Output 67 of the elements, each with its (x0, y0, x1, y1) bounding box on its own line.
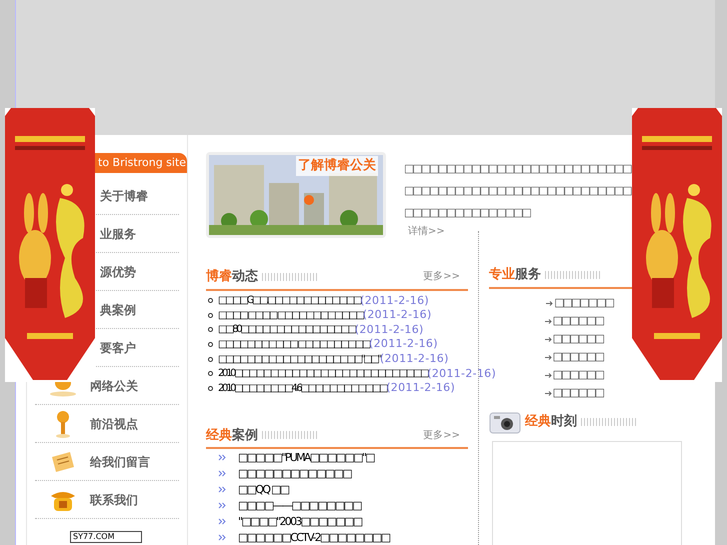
case-link[interactable]: □□□□□□CCTV-2□□□□□□□□ (238, 530, 390, 544)
news-link[interactable]: 2010□□□□□□□□□□□□□□□□□□□□□□□□□□□ (218, 366, 428, 382)
double-chevron-icon (218, 454, 226, 461)
section-title: 经典案例 (206, 426, 258, 445)
arrow-icon (544, 355, 552, 360)
bullet-icon (208, 371, 213, 376)
arrow-icon (544, 319, 552, 324)
sidebar-link[interactable]: 业服务 (100, 224, 136, 242)
bullet-icon (208, 312, 213, 318)
bullet-icon (208, 342, 213, 348)
bullet-icon (208, 386, 213, 391)
arrow-icon (546, 301, 554, 306)
sidebar-link[interactable]: 给我们留言 (90, 452, 150, 470)
news-link[interactable]: □□□□ □□□□ □□□□□□□□□□□□ (218, 308, 363, 323)
double-chevron-icon (218, 502, 226, 509)
news-link[interactable]: □□80□□□□□□□□□□□□□□□□ (218, 322, 355, 338)
service-link[interactable]: □□□□□□ (552, 385, 603, 402)
double-chevron-icon (218, 470, 226, 477)
section-title: 经典时刻 (525, 412, 577, 431)
sidebar-header-text: to Bristrong site (98, 154, 186, 171)
bullet-icon (208, 327, 213, 332)
arrow-icon (544, 373, 552, 378)
case-link[interactable]: "□□□□"2003□□□□□□□ (238, 514, 362, 528)
case-link[interactable]: □□□□□□□□□□□□□ (238, 466, 352, 480)
arrow-icon (544, 391, 552, 396)
news-date: (2011-2-16) (354, 322, 424, 338)
sidebar-link[interactable]: 源优势 (100, 262, 136, 280)
case-link[interactable]: □□QQ □□ (238, 482, 288, 496)
news-date: (2011-2-16) (362, 307, 432, 324)
service-link[interactable]: □□□□□□□ (554, 295, 613, 312)
bullet-icon (208, 298, 213, 304)
news-date: (2011-2-16) (360, 292, 429, 309)
sidebar-link[interactable]: 关于博睿 (100, 186, 148, 204)
sidebar-link[interactable]: 前沿视点 (90, 414, 138, 432)
service-link[interactable]: □□□□□□ (552, 367, 603, 384)
more-link[interactable]: 更多>> (423, 269, 460, 284)
details-link[interactable]: 详情>> (408, 224, 445, 239)
double-chevron-icon (218, 518, 226, 525)
news-date: (2011-2-16) (386, 380, 456, 396)
section-title: 专业服务 (489, 266, 541, 284)
banner-caption: 了解博睿公关 (296, 156, 378, 176)
service-link[interactable]: □□□□□□ (552, 313, 603, 330)
section-title: 博睿动态 (206, 268, 258, 286)
case-link[interactable]: □□□□□"PUMA□□□□□□"□ (238, 450, 374, 464)
service-link[interactable]: □□□□□□ (552, 349, 603, 366)
sidebar-link[interactable]: 联系我们 (90, 490, 138, 508)
arrow-icon (544, 337, 552, 342)
more-link[interactable]: 更多>> (423, 428, 460, 443)
intro-text: □□□□□□□□□□□□□□□ (404, 205, 532, 221)
service-link[interactable]: □□□□□□ (552, 331, 603, 348)
news-link[interactable]: 2010□□□□□□□□4.6□□□□□□□□□□□□ (218, 380, 386, 396)
intro-text: □□□□□□□□□□□□□□□□□□□□□□□□□□□ (404, 161, 632, 177)
note-icon (50, 450, 76, 472)
intro-text: □□□□□□□□□□□□□□□□□□□□□□□□□□□ (404, 183, 632, 199)
site-badge: SY77.COM (70, 531, 142, 543)
news-date: (2011-2-16) (427, 366, 496, 382)
double-chevron-icon (218, 486, 226, 493)
case-link[interactable]: □□□□——□□□□□□□□ (238, 498, 361, 512)
news-link[interactable]: □□□□□□□□□□□□□□□□□□□□"□□" (218, 352, 380, 367)
bullet-icon (208, 356, 213, 362)
double-chevron-icon (218, 534, 226, 541)
news-date: (2011-2-16) (369, 336, 438, 352)
news-date: (2011-2-16) (380, 350, 449, 367)
news-link[interactable]: □□□□□□□□□□□ □□□□□□□□□□ (218, 337, 369, 352)
news-link[interactable]: □□□□G□□.□□□□□□□□□□□□□ (218, 293, 360, 308)
sidebar-link[interactable]: 典案例 (100, 300, 136, 318)
sidebar-link[interactable]: 要客户 (100, 338, 136, 356)
